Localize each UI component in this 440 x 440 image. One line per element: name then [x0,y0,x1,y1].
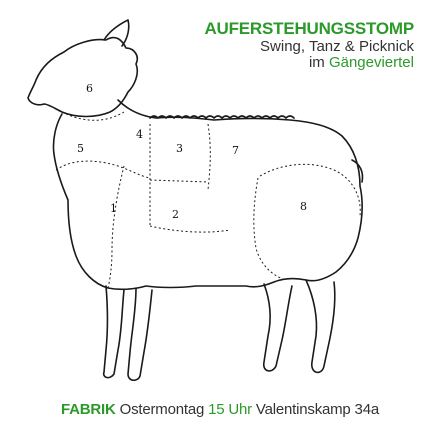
cut-line-belly [149,225,231,233]
cut-line-shoulder [55,160,151,179]
sheep-hind-leg-2 [305,279,336,374]
cut-line-loin [207,123,211,191]
cut-line-leg [259,163,361,217]
sheep-body-outline [52,99,363,291]
sheep-front-leg [102,285,125,379]
venue-name: FABRIK [61,401,116,418]
sheep-cuts-drawing: 6 5 4 3 7 1 2 8 [27,19,364,382]
event-time: 15 Uhr [208,401,252,418]
cut-line-breast [107,165,125,289]
event-day: Ostermontag [119,401,205,418]
cut-label-5: 5 [77,142,84,155]
cut-label-3: 3 [176,142,183,155]
cut-label-4: 4 [136,128,143,141]
sheep-hind-leg [262,283,293,372]
cut-label-8: 8 [300,200,307,213]
sheep-front-leg-2 [127,287,153,382]
cut-label-7: 7 [232,144,239,157]
cut-label-1: 1 [110,202,117,215]
cut-line-rib [149,179,209,183]
sheep-ear-outline [103,19,130,47]
sheep-tail [351,159,364,183]
venue-address: Valentinskamp 34a [255,401,379,418]
cut-label-6: 6 [86,82,93,95]
cut-line-flank [253,177,287,281]
event-footer: FABRIK Ostermontag 15 Uhr Valentinskamp … [0,401,440,418]
cut-label-2: 2 [172,208,179,221]
sheep-head-outline [27,36,139,118]
